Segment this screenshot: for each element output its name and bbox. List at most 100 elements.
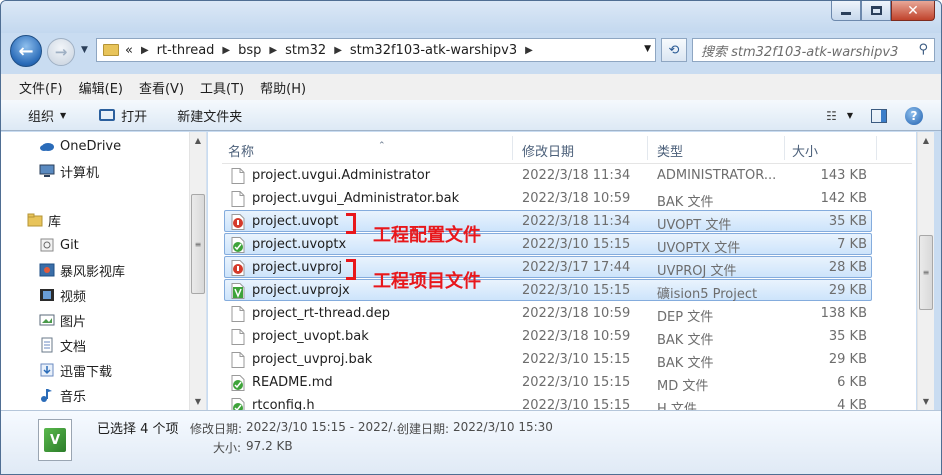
preview-pane-icon[interactable] (871, 108, 887, 123)
file-icon (231, 329, 245, 345)
file-list-scrollbar[interactable]: ▲ ≡ ▼ (917, 132, 934, 410)
file-row[interactable]: project.uvgui.Administrator 2022/3/18 11:… (224, 164, 872, 186)
file-size: 7 KB (837, 237, 867, 252)
search-icon[interactable]: ⚲ (918, 42, 928, 57)
forward-button[interactable]: → (47, 38, 75, 66)
column-header-size[interactable]: 大小 (792, 141, 818, 160)
file-name: project.uvgui_Administrator.bak (252, 191, 460, 206)
menu-view[interactable]: 查看(V) (139, 78, 184, 97)
file-size: 142 KB (820, 191, 867, 206)
back-arrow-icon: ← (18, 40, 34, 62)
file-row[interactable]: project.uvprojx 2022/3/10 15:15 礦ision5 Pr… (224, 279, 872, 302)
menu-tools[interactable]: 工具(T) (200, 78, 244, 97)
breadcrumb-separator-icon[interactable]: ▶ (525, 45, 533, 56)
breadcrumb-current-folder[interactable]: stm32f103-atk-warshipv3 (350, 43, 517, 58)
breadcrumb-separator-icon[interactable]: ▶ (334, 45, 342, 56)
file-modified-date: 2022/3/10 15:15 (522, 375, 631, 390)
nav-item-thunder-downloads[interactable]: 迅雷下载 (39, 360, 112, 380)
file-type: ADMINISTRATOR... (657, 168, 777, 183)
file-type: BAK 文件 (657, 333, 714, 348)
menu-file[interactable]: 文件(F) (19, 78, 63, 97)
maximize-button[interactable] (861, 1, 891, 21)
navigation-scrollbar[interactable]: ▲ ≡ ▼ (189, 132, 206, 410)
annotation-project-files: 工程项目文件 (373, 271, 481, 292)
scroll-up-icon[interactable]: ▲ (918, 132, 934, 149)
nav-item-label: 暴风影视库 (60, 264, 126, 280)
file-size: 4 KB (837, 398, 867, 410)
sort-ascending-icon: ⌃ (378, 141, 386, 151)
close-button[interactable]: ✕ (891, 1, 935, 21)
file-name: project.uvproj (252, 260, 343, 275)
keil-red-icon (231, 214, 245, 230)
breadcrumb-separator-icon[interactable]: ▶ (222, 45, 230, 56)
view-dropdown-icon[interactable]: ▼ (847, 111, 853, 120)
file-row[interactable]: project_uvopt.bak 2022/3/18 10:59 BAK 文件 35… (224, 325, 872, 348)
file-row[interactable]: project.uvopt 2022/3/18 11:34 UVOPT 文件 35 K… (224, 210, 872, 233)
menu-help[interactable]: 帮助(H) (260, 78, 306, 97)
address-dropdown-icon[interactable]: ▼ (644, 44, 651, 54)
nav-item-computer[interactable]: 计算机 (39, 161, 99, 181)
help-icon[interactable]: ? (905, 106, 923, 125)
file-modified-date: 2022/3/18 11:34 (522, 168, 631, 183)
breadcrumb-stm32[interactable]: stm32 (285, 43, 326, 58)
address-bar[interactable]: « ▶ rt-thread ▶ bsp ▶ stm32 ▶ stm32f103-atk-… (96, 38, 656, 62)
forward-arrow-icon: → (54, 43, 68, 61)
file-row[interactable]: rtconfig.h 2022/3/10 15:15 H 文件 4 KB (224, 394, 872, 410)
keil-green-icon (231, 237, 245, 253)
file-size: 29 KB (828, 283, 867, 298)
column-header-name[interactable]: 名称 (228, 141, 254, 160)
open-button[interactable]: 打开 (99, 106, 147, 125)
title-bar: ✕ (1, 1, 941, 33)
breadcrumb-separator-icon[interactable]: ▶ (141, 45, 149, 56)
file-size: 29 KB (828, 352, 867, 367)
menu-edit[interactable]: 编辑(E) (79, 78, 123, 97)
breadcrumb-bsp[interactable]: bsp (238, 43, 261, 58)
file-row[interactable]: project.uvoptx 2022/3/10 15:15 UVOPTX 文件 7 … (224, 233, 872, 256)
file-row[interactable]: README.md 2022/3/10 15:15 MD 文件 6 KB (224, 371, 872, 394)
column-header-type[interactable]: 类型 (657, 141, 683, 160)
scrollbar-thumb[interactable]: ≡ (919, 235, 933, 310)
nav-item-label: 计算机 (60, 165, 100, 181)
scrollbar-thumb[interactable]: ≡ (191, 194, 205, 294)
file-type: BAK 文件 (657, 195, 714, 210)
menu-bar: 文件(F) 编辑(E) 查看(V) 工具(T) 帮助(H) (1, 74, 941, 100)
refresh-button[interactable]: ⟲ (661, 38, 687, 62)
scroll-down-icon[interactable]: ▼ (190, 393, 206, 410)
file-row[interactable]: project_uvproj.bak 2022/3/10 15:15 BAK 文件 2… (224, 348, 872, 371)
new-folder-button[interactable]: 新建文件夹 (177, 106, 242, 125)
open-label: 打开 (121, 109, 148, 125)
organize-button[interactable]: 组织 ▼ (28, 106, 66, 125)
nav-item-git[interactable]: Git (39, 235, 79, 255)
modified-value: 2022/3/10 15:15 - 2022/... (246, 420, 404, 434)
file-row[interactable]: project.uvproj 2022/3/17 17:44 UVPROJ 文件 28… (224, 256, 872, 279)
scroll-up-icon[interactable]: ▲ (190, 132, 206, 149)
nav-item-libraries[interactable]: 库 (27, 210, 61, 230)
back-button[interactable]: ← (10, 35, 42, 67)
breadcrumb-separator-icon[interactable]: ▶ (269, 45, 277, 56)
file-icon (231, 191, 245, 207)
search-input[interactable]: 搜索 stm32f103-atk-warshipv3 ⚲ (692, 38, 935, 62)
nav-item-documents[interactable]: 文档 (39, 335, 86, 355)
nav-item-label: Git (60, 237, 79, 253)
nav-item-video-library[interactable]: 暴风影视库 (39, 260, 125, 280)
column-header-date[interactable]: 修改日期 (522, 141, 574, 160)
size-label: 大小: (213, 441, 242, 455)
file-modified-date: 2022/3/10 15:15 (522, 352, 631, 367)
cloud-icon (39, 138, 55, 154)
view-options-icon[interactable]: ☷ (826, 109, 837, 123)
file-modified-date: 2022/3/10 15:15 (522, 398, 631, 410)
nav-item-onedrive[interactable]: OneDrive (39, 136, 121, 156)
file-row[interactable]: project.uvgui_Administrator.bak 2022/3/18… (224, 187, 872, 210)
minimize-button[interactable] (831, 1, 861, 21)
keil-project-icon: V (38, 419, 72, 461)
nav-item-music[interactable]: 音乐 (39, 385, 86, 405)
file-modified-date: 2022/3/17 17:44 (522, 260, 631, 275)
nav-item-pictures[interactable]: 图片 (39, 310, 86, 330)
breadcrumb-rt-thread[interactable]: rt-thread (157, 43, 215, 58)
breadcrumb-overflow[interactable]: « (125, 43, 133, 58)
recent-pages-dropdown[interactable]: ▼ (81, 45, 88, 55)
file-row[interactable]: project_rt-thread.dep 2022/3/18 10:59 DEP … (224, 302, 872, 325)
nav-item-videos[interactable]: 视频 (39, 285, 86, 305)
scroll-down-icon[interactable]: ▼ (918, 393, 934, 410)
file-type: H 文件 (657, 402, 697, 410)
